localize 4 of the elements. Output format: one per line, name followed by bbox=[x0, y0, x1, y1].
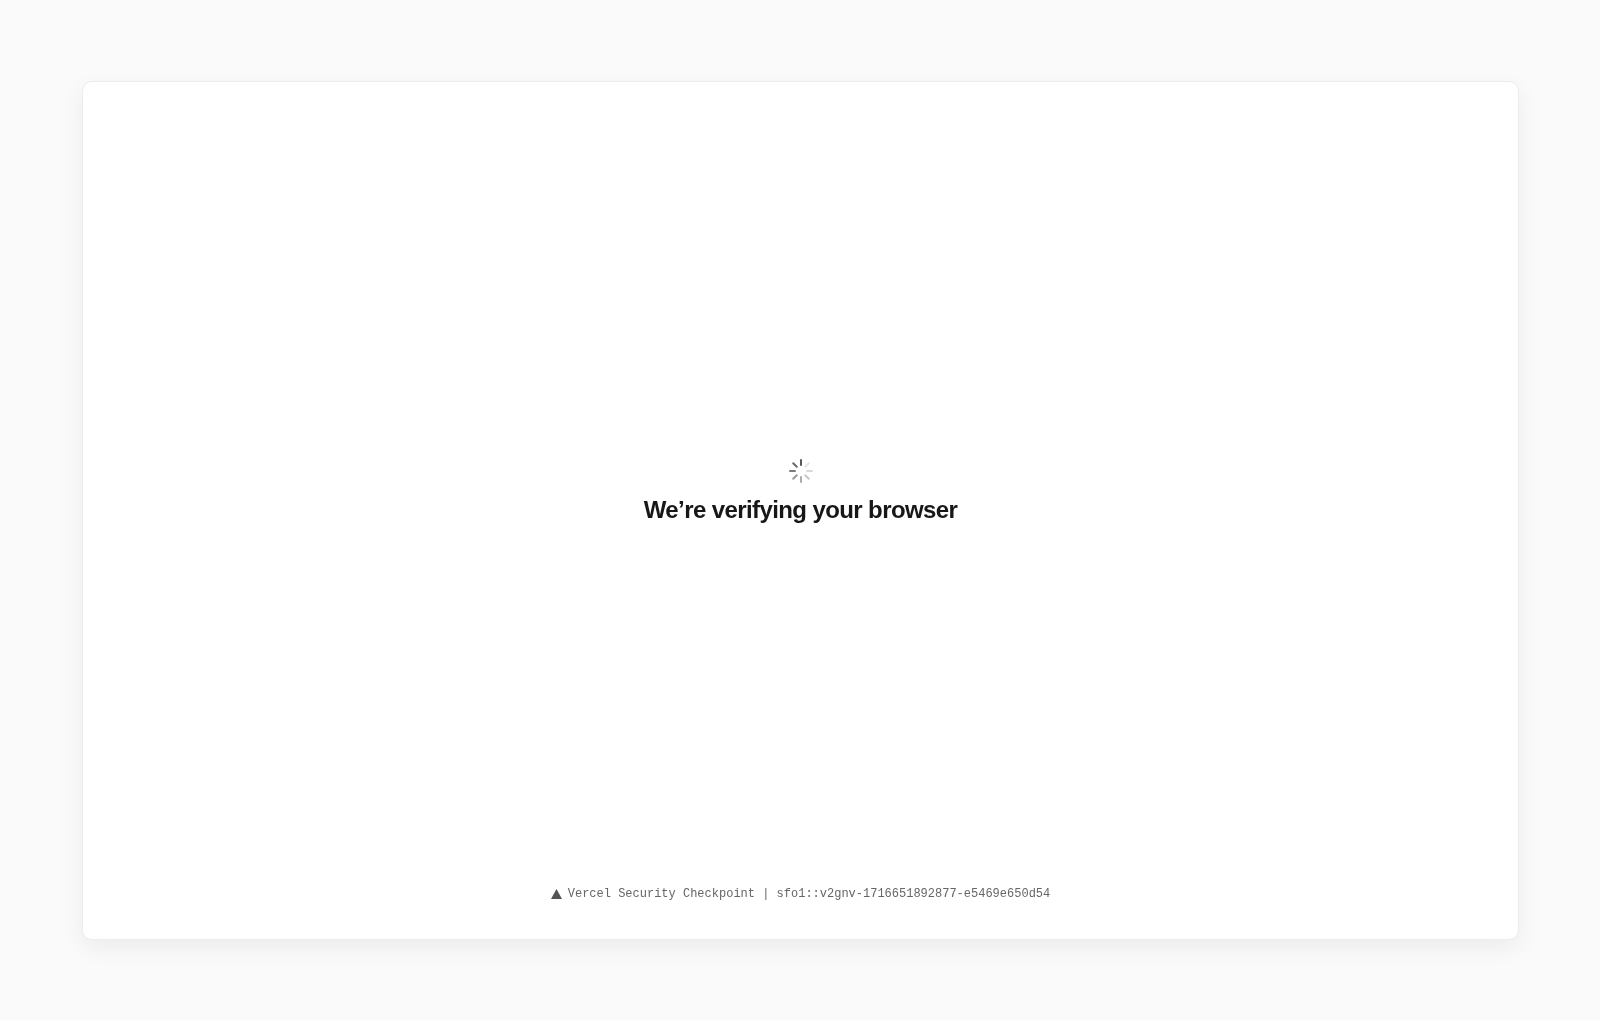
triangle-icon bbox=[550, 889, 562, 899]
verification-heading: We’re verifying your browser bbox=[643, 495, 958, 524]
checkpoint-id-text: Vercel Security Checkpoint | sfo1::v2gnv-1716651892877-e5469e650d54 bbox=[567, 887, 1051, 901]
loading-spinner-icon bbox=[787, 457, 814, 484]
